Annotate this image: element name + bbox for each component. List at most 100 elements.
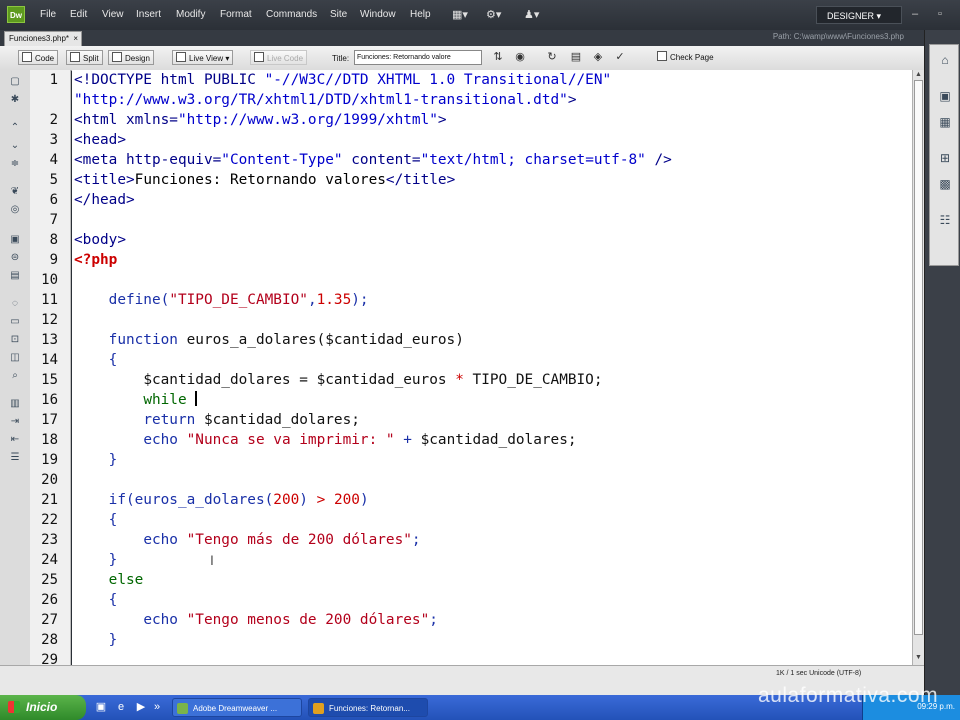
wrap-tag-icon[interactable]: ◫ [9,352,21,364]
design-view-button[interactable]: Design [108,50,154,65]
check-page-label: Check Page [670,53,714,62]
menu-edit[interactable]: Edit [70,9,87,20]
minimize-icon[interactable]: – [912,8,918,20]
code-token: </head> [74,192,135,208]
code-line: { [74,590,118,610]
layout-icon[interactable]: ▦▾ [452,8,468,21]
scroll-up-icon[interactable]: ▲ [915,71,922,78]
design-label: Design [125,54,150,63]
scrollbar-thumb[interactable] [914,80,923,635]
close-tab-icon[interactable]: × [73,32,78,46]
select-parent-tag-icon[interactable]: ❦ [9,186,21,198]
code-editor[interactable]: <!DOCTYPE html PUBLIC "-//W3C//DTD XHTML… [72,70,912,665]
code-token: { [108,512,118,528]
code-token: define( [108,292,170,308]
collapse-tag-icon[interactable]: ⌃ [9,122,21,134]
assets-panel-icon[interactable]: ▩ [938,177,952,191]
validate-icon[interactable]: ✓ [614,51,626,63]
files-panel-icon[interactable]: ⊞ [938,151,952,165]
scroll-down-icon[interactable]: ▼ [915,654,922,661]
syntax-error-icon[interactable]: ◌ [9,298,21,310]
properties-panel-icon[interactable]: ☷ [938,213,952,227]
code-line: <title>Funciones: Retornando valores</ti… [74,170,455,190]
menu-help[interactable]: Help [410,9,431,20]
code-token: "Content-Type" [221,152,343,168]
code-view-button[interactable]: Code [18,50,59,65]
start-button[interactable]: Inicio [0,695,86,720]
code-token: "http://www.w3.org/1999/xhtml" [177,112,438,128]
menu-site[interactable]: Site [330,9,347,20]
menu-commands[interactable]: Commands [266,9,317,20]
internet-explorer-icon[interactable]: e [114,700,128,714]
line-number: 7 [49,212,58,228]
open-documents-icon[interactable]: ▢ [9,76,21,88]
code-token: <body> [74,232,126,248]
quick-launch-more-icon[interactable]: » [150,700,164,714]
highlight-invalid-icon[interactable]: ⊜ [9,252,21,264]
visual-aids-icon[interactable]: ◈ [592,51,604,63]
show-code-navigator-icon[interactable]: ✱ [9,94,21,106]
dreamweaver-task-icon [177,703,188,714]
gear-icon[interactable]: ⚙▾ [486,8,501,21]
code-line: echo "Nunca se va imprimir: " + $cantida… [74,430,576,450]
recent-snippets-icon[interactable]: ⌕ [9,370,21,382]
document-tab[interactable]: Funciones3.php* × [4,31,82,46]
panel-dock: ⌂ ▣ ▦ ⊞ ▩ ☷ [924,30,960,695]
balance-braces-icon[interactable]: ◎ [9,204,21,216]
line-numbers-icon[interactable]: ▣ [9,234,21,246]
collapse-selection-icon[interactable]: ⌄ [9,140,21,152]
menu-format[interactable]: Format [220,9,252,20]
menu-insert[interactable]: Insert [136,9,161,20]
user-icon[interactable]: ♟▾ [524,8,539,21]
workspace-switcher[interactable]: DESIGNER ▾ [816,6,902,24]
ap-elements-icon[interactable]: ▦ [938,115,952,129]
browser-preview-icon[interactable]: ◉ [514,51,526,63]
line-number: 18 [41,432,58,448]
taskbar-browser[interactable]: Funciones: Retornan... [308,698,428,717]
line-number-gutter: 1 2 3 4 5 6 7 8 9 10 11 12 13 14 15 16 1… [30,70,71,668]
code-token: , [307,292,317,308]
media-player-icon[interactable]: ▶ [134,700,148,714]
taskbar-dreamweaver[interactable]: Adobe Dreamweaver ... [172,698,302,717]
indent-code-icon[interactable]: ⇥ [9,416,21,428]
code-line: function euros_a_dolares($cantidad_euros… [74,330,464,350]
code-token: Funciones: Retornando valores [134,172,386,188]
live-code-icon [254,52,264,62]
menu-modify[interactable]: Modify [176,9,205,20]
code-token: euros_a_dolares($cantidad_euros) [186,332,464,348]
code-line: <html xmlns="http://www.w3.org/1999/xhtm… [74,110,447,130]
check-page-button[interactable]: Check Page [654,50,717,65]
expand-all-icon[interactable]: ≑ [9,158,21,170]
file-management-icon[interactable]: ⇅ [492,51,504,63]
format-source-icon[interactable]: ☰ [9,452,21,464]
word-wrap-icon[interactable]: ▤ [9,270,21,282]
apply-comment-icon[interactable]: ▭ [9,316,21,328]
show-desktop-icon[interactable]: ▣ [94,700,108,714]
outdent-code-icon[interactable]: ⇤ [9,434,21,446]
css-styles-icon[interactable]: ▣ [938,89,952,103]
menu-view[interactable]: View [102,9,124,20]
refresh-icon[interactable]: ↻ [546,51,558,63]
line-number: 11 [41,292,58,308]
code-token: <head> [74,132,126,148]
live-code-button[interactable]: Live Code [250,50,308,65]
split-view-button[interactable]: Split [66,50,103,65]
page-title-input[interactable]: Funciones: Retornando valore [354,50,482,65]
insert-panel-icon[interactable]: ⌂ [938,53,952,67]
task-label: Adobe Dreamweaver ... [193,704,278,713]
menu-window[interactable]: Window [360,9,396,20]
menu-file[interactable]: File [40,9,56,20]
code-line: <meta http-equiv="Content-Type" content=… [74,150,672,170]
code-token: "Tengo más de 200 dólares" [186,532,412,548]
move-css-icon[interactable]: ▥ [9,398,21,410]
live-view-button[interactable]: Live View ▾ [172,50,234,65]
code-token: "TIPO_DE_CAMBIO" [169,292,308,308]
remove-comment-icon[interactable]: ⊡ [9,334,21,346]
split-icon [70,52,80,62]
code-token: echo [143,432,187,448]
restore-icon[interactable]: ▫ [938,8,942,20]
code-line: else [74,570,144,590]
status-text: 1K / 1 sec Unicode (UTF-8) [776,670,862,677]
view-options-icon[interactable]: ▤ [570,51,582,63]
code-token: > [567,92,577,108]
